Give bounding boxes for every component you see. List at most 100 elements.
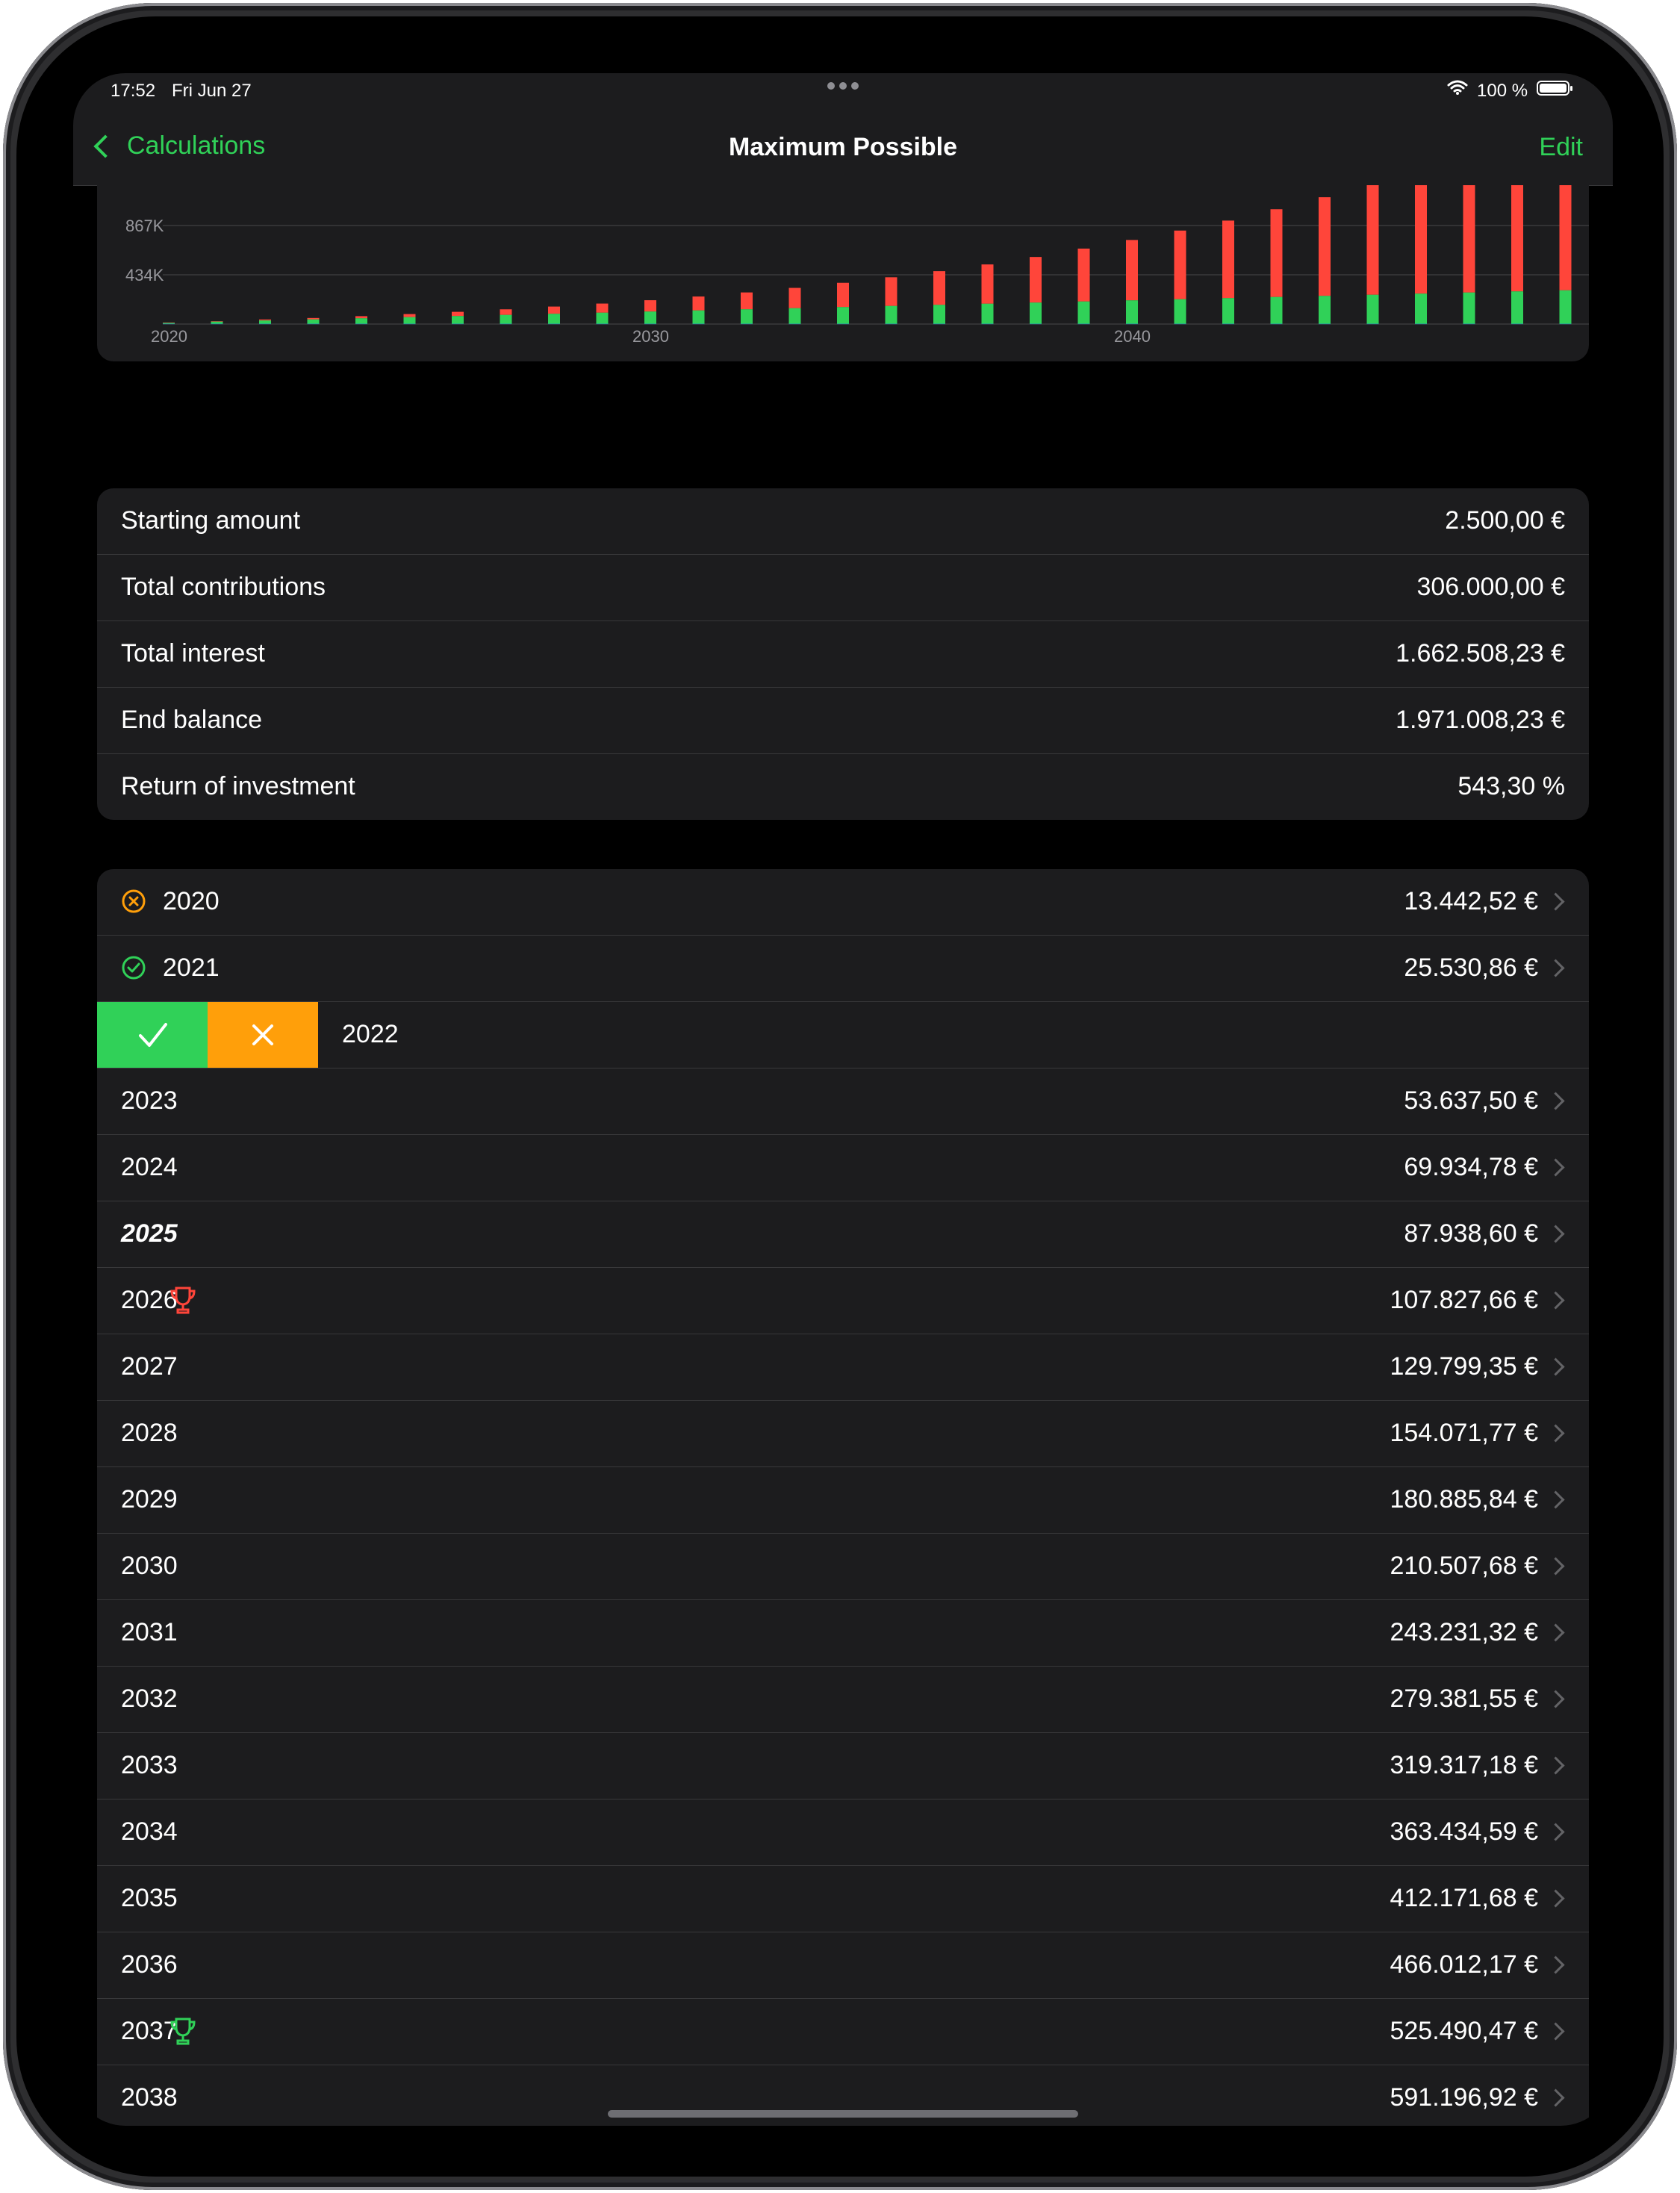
bar-segment — [1511, 185, 1523, 292]
year-label: 2036 — [121, 1950, 178, 1979]
summary-label: Total contributions — [121, 573, 326, 601]
bar-segment — [1270, 209, 1283, 297]
bar-segment — [1366, 185, 1379, 295]
bar-segment — [500, 309, 512, 315]
check-circle-icon — [121, 955, 146, 980]
chevron-right-icon — [1546, 892, 1565, 911]
year-row[interactable]: 2032 279.381,55 € — [97, 1667, 1589, 1733]
bar-segment — [1270, 323, 1283, 325]
y-tick-label: 867K — [125, 217, 164, 235]
mark-missed-button[interactable] — [208, 1002, 318, 1068]
bar-segment — [1030, 323, 1042, 325]
bar-segment — [1077, 301, 1090, 324]
chevron-right-icon — [1546, 959, 1565, 977]
bar-segment — [885, 277, 897, 306]
y-tick-label: 1,3M — [125, 185, 162, 186]
summary-value: 2.500,00 € — [1445, 506, 1565, 535]
battery-percent: 100 % — [1477, 81, 1528, 101]
bar-segment — [500, 323, 512, 325]
year-row[interactable]: 2025 87.938,60 € — [97, 1201, 1589, 1268]
year-label: 2027 — [121, 1352, 178, 1381]
year-row[interactable]: 2027 129.799,35 € — [97, 1334, 1589, 1401]
mark-done-button[interactable] — [97, 1002, 208, 1068]
year-row[interactable]: 2028 154.071,77 € — [97, 1401, 1589, 1467]
year-row[interactable]: 2029 180.885,84 € — [97, 1467, 1589, 1534]
year-row[interactable]: 2033 319.317,18 € — [97, 1733, 1589, 1799]
chevron-right-icon — [1546, 1623, 1565, 1642]
bar-segment — [259, 320, 271, 324]
summary-row: Starting amount 2.500,00 € — [97, 488, 1589, 555]
chevron-right-icon — [1546, 1158, 1565, 1177]
year-label: 2021 — [163, 954, 220, 982]
year-label: 2022 — [342, 1020, 399, 1048]
year-row[interactable]: 2024 69.934,78 € — [97, 1135, 1589, 1201]
summary-label: Starting amount — [121, 506, 301, 535]
bar-segment — [1174, 299, 1186, 324]
trophy-icon — [169, 2017, 197, 2047]
year-balance: 53.637,50 € — [1404, 1086, 1538, 1115]
chevron-right-icon — [1546, 2022, 1565, 2041]
summary-row: Total contributions 306.000,00 € — [97, 555, 1589, 621]
year-label: 2023 — [121, 1086, 178, 1115]
edit-button[interactable]: Edit — [1539, 133, 1583, 162]
year-row[interactable]: 2035 412.171,68 € — [97, 1866, 1589, 1932]
y-tick-label: 434K — [125, 266, 164, 284]
bar-segment — [403, 317, 416, 324]
year-row[interactable]: 2023 53.637,50 € — [97, 1068, 1589, 1135]
bar-segment — [1222, 323, 1234, 325]
year-label: 2028 — [121, 1419, 178, 1447]
bar-segment — [596, 323, 609, 325]
year-balance: 107.827,66 € — [1390, 1286, 1538, 1314]
year-balance: 154.071,77 € — [1390, 1419, 1538, 1447]
year-row[interactable]: 2030 210.507,68 € — [97, 1534, 1589, 1600]
bar-segment — [1174, 323, 1186, 325]
year-row[interactable]: 2020 13.442,52 € — [97, 869, 1589, 936]
summary-value: 1.662.508,23 € — [1396, 639, 1565, 668]
year-row[interactable]: 2026 107.827,66 € — [97, 1268, 1589, 1334]
year-row[interactable]: 2036 466.012,17 € — [97, 1932, 1589, 1999]
bar-segment — [1077, 248, 1090, 302]
bar-segment — [1126, 300, 1138, 324]
bar-segment — [355, 323, 367, 325]
year-label: 2033 — [121, 1751, 178, 1779]
close-icon — [252, 1024, 273, 1045]
bar-segment — [1366, 323, 1379, 325]
year-balance: 412.171,68 € — [1390, 1884, 1538, 1912]
bar-segment — [1463, 323, 1475, 325]
year-row[interactable]: 2031 243.231,32 € — [97, 1600, 1589, 1667]
stacked-bar-chart: 434K 867K 1,3M 2020 2030 2040 — [125, 185, 1589, 346]
bar-segment — [692, 323, 705, 325]
bar-segment — [403, 323, 416, 325]
multitasking-dots-icon[interactable] — [827, 82, 859, 90]
x-tick-label: 2030 — [632, 327, 669, 346]
summary-row: Total interest 1.662.508,23 € — [97, 621, 1589, 688]
summary-label: End balance — [121, 706, 263, 734]
bar-segment — [741, 323, 753, 325]
bar-segment — [1415, 293, 1427, 324]
bar-segment — [981, 264, 994, 304]
bar-segment — [692, 296, 705, 311]
year-label: 2034 — [121, 1817, 178, 1846]
trophy-icon — [169, 1286, 197, 1316]
year-balance: 363.434,59 € — [1390, 1817, 1538, 1846]
chevron-right-icon — [1546, 1092, 1565, 1110]
bar-segment — [211, 321, 223, 322]
bar-segment — [644, 311, 656, 324]
year-label: 2029 — [121, 1485, 178, 1514]
battery-icon — [1537, 81, 1572, 96]
summary-row: Return of investment 543,30 % — [97, 754, 1589, 820]
chevron-right-icon — [1546, 1956, 1565, 1974]
bar-segment — [1030, 302, 1042, 324]
bar-segment — [596, 303, 609, 313]
year-row[interactable]: 2037 525.490,47 € — [97, 1999, 1589, 2065]
summary-value: 1.971.008,23 € — [1396, 706, 1565, 734]
year-row[interactable]: 2034 363.434,59 € — [97, 1799, 1589, 1866]
home-indicator[interactable] — [608, 2110, 1078, 2118]
x-circle-icon — [121, 889, 146, 914]
summary-value: 543,30 % — [1457, 772, 1565, 800]
year-balance: 180.885,84 € — [1390, 1485, 1538, 1514]
year-row-swiped[interactable]: 2022 — [97, 1002, 1589, 1068]
bar-segment — [259, 323, 271, 325]
year-row[interactable]: 2021 25.530,86 € — [97, 936, 1589, 1002]
screen: 17:52 Fri Jun 27 100 % Calculations Maxi… — [73, 73, 1613, 2126]
